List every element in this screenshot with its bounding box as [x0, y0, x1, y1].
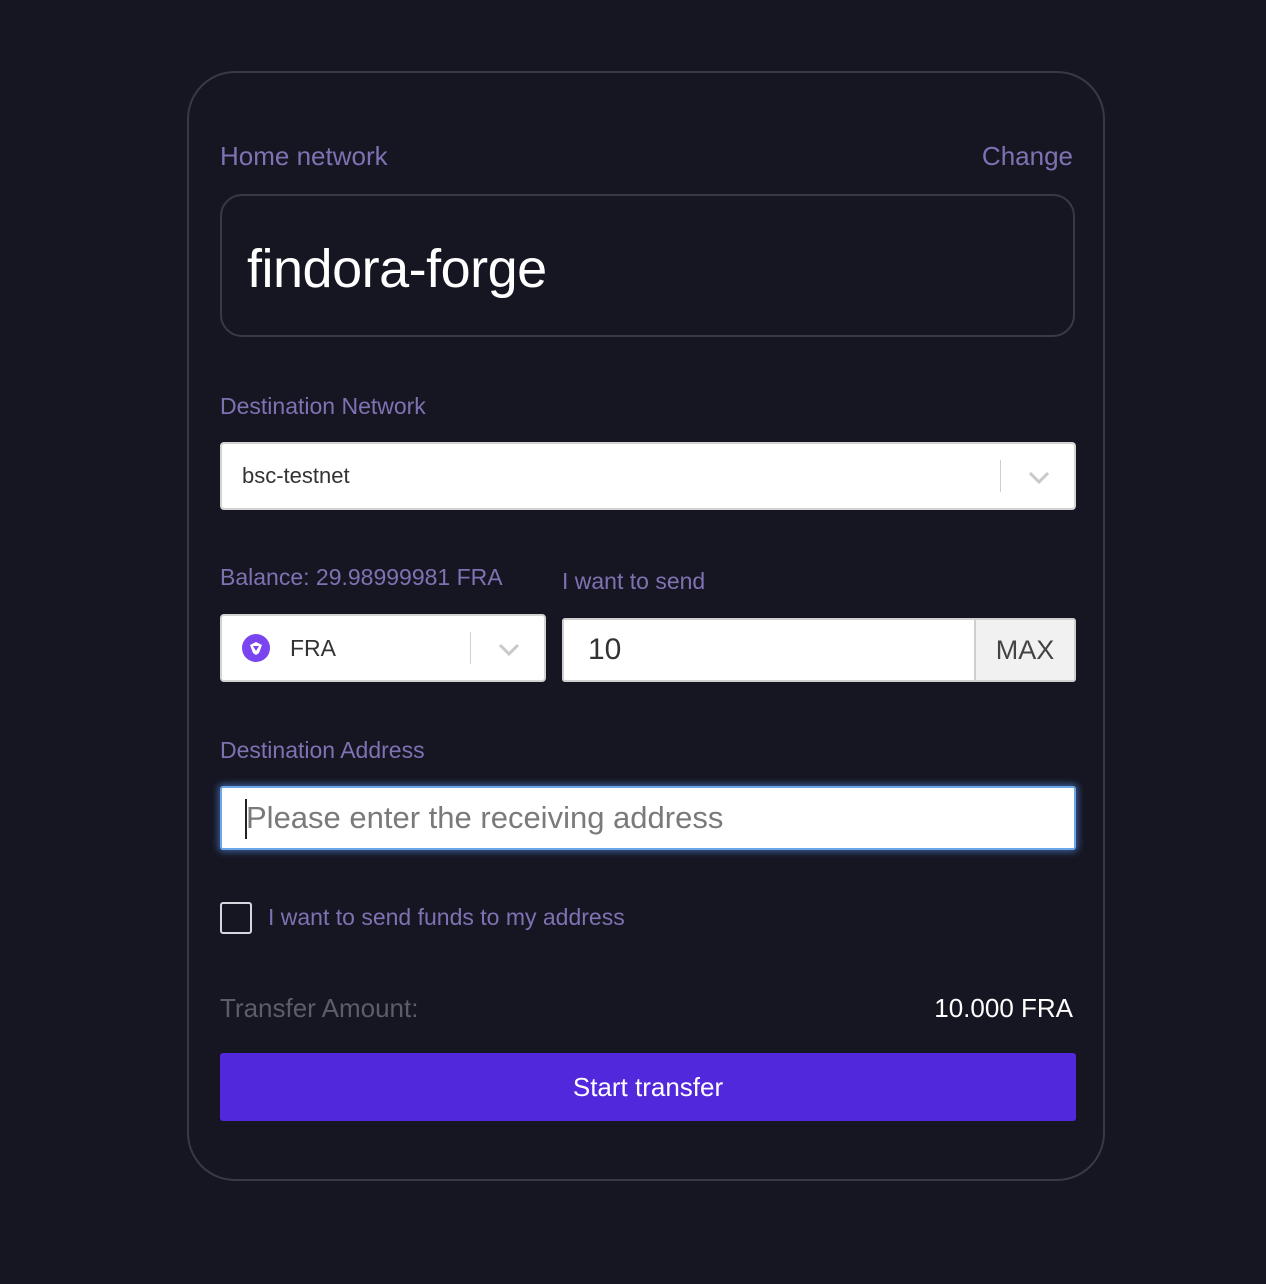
destination-address-input[interactable] [220, 786, 1076, 850]
select-separator [470, 632, 471, 664]
chevron-down-icon [1028, 471, 1050, 485]
destination-network-value: bsc-testnet [242, 463, 350, 488]
max-button[interactable]: MAX [974, 620, 1074, 680]
token-select[interactable]: FRA [220, 614, 546, 682]
home-network-label: Home network [220, 141, 388, 171]
destination-network-label: Destination Network [220, 393, 426, 419]
select-separator [1000, 460, 1001, 492]
destination-address-label: Destination Address [220, 737, 425, 763]
change-network-link[interactable]: Change [982, 141, 1073, 172]
amount-input[interactable] [564, 620, 974, 680]
transfer-card: Home network Change findora-forge Destin… [187, 71, 1105, 1181]
destination-network-select[interactable]: bsc-testnet [220, 442, 1076, 510]
start-transfer-button[interactable]: Start transfer [220, 1053, 1076, 1121]
transfer-amount-value: 10.000 FRA [934, 993, 1073, 1023]
amount-group: MAX [562, 618, 1076, 682]
chevron-down-icon [498, 643, 520, 657]
transfer-amount-label: Transfer Amount: [220, 993, 419, 1023]
home-network-value: findora-forge [247, 239, 547, 299]
home-network-box: findora-forge [220, 194, 1075, 337]
self-send-label: I want to send funds to my address [268, 904, 625, 930]
self-send-checkbox[interactable] [220, 902, 252, 934]
balance-label: Balance: 29.98999981 FRA [220, 564, 503, 590]
token-value: FRA [290, 635, 336, 661]
fra-token-icon [242, 634, 270, 662]
text-caret [245, 799, 247, 839]
send-amount-label: I want to send [562, 568, 706, 594]
